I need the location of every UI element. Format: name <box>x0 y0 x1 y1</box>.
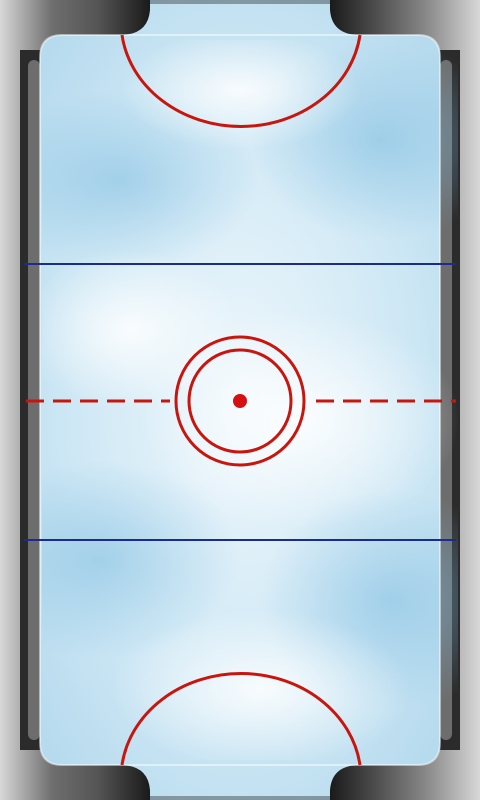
bottom-goal <box>150 796 330 800</box>
air-hockey-table[interactable] <box>0 0 480 800</box>
top-goal <box>150 0 330 4</box>
center-dot <box>233 394 247 408</box>
